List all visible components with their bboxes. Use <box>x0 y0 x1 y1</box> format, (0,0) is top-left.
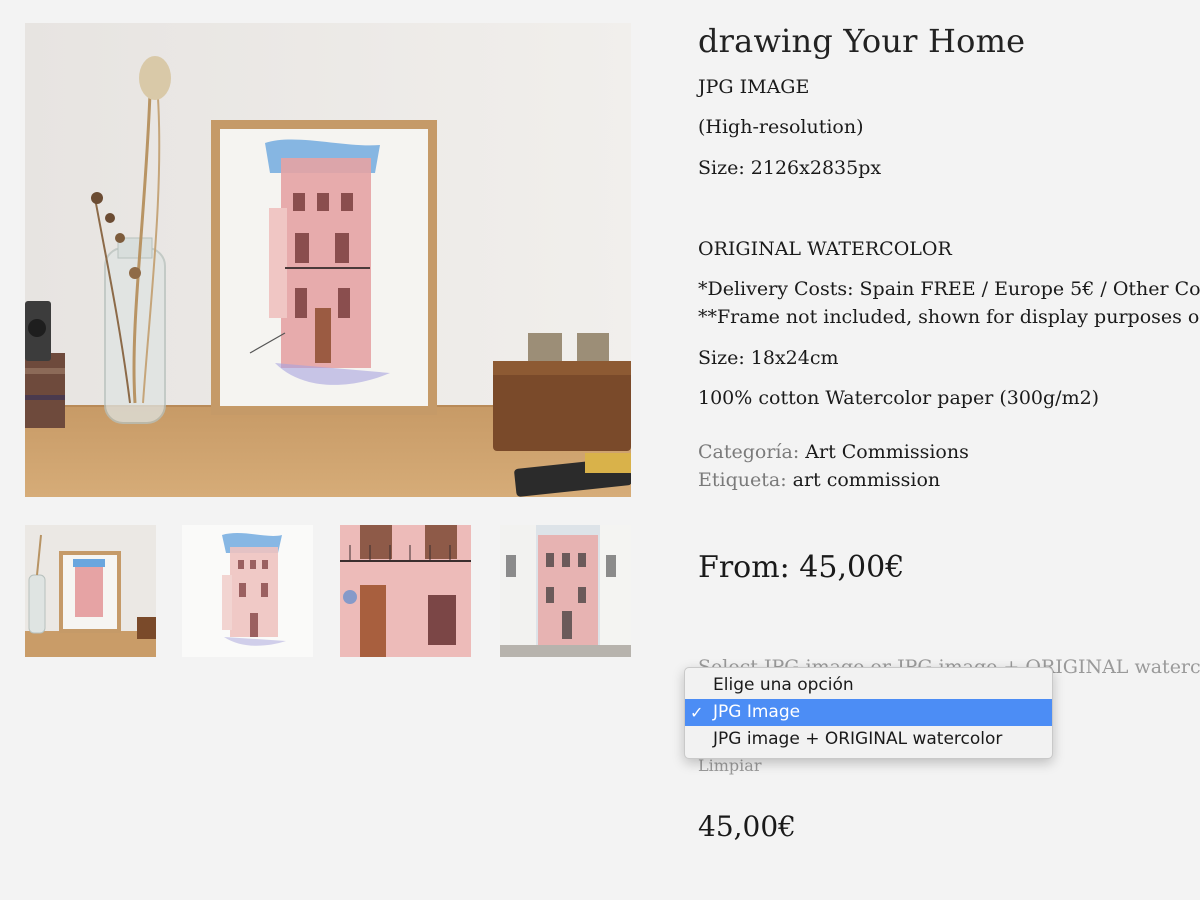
tag-label: Etiqueta: <box>698 469 787 491</box>
jpg-heading: JPG IMAGE <box>698 76 810 98</box>
paper-spec: 100% cotton Watercolor paper (300g/m2) <box>698 387 1100 409</box>
jpg-size: Size: 2126x2835px <box>698 157 882 179</box>
category-line: Categoría: Art Commissions <box>698 441 969 463</box>
tag-link[interactable]: art commission <box>793 469 941 491</box>
original-heading: ORIGINAL WATERCOLOR <box>698 238 952 260</box>
option-jpg-image[interactable]: ✓ JPG Image <box>685 699 1052 726</box>
category-link[interactable]: Art Commissions <box>805 441 969 463</box>
tag-line: Etiqueta: art commission <box>698 469 940 491</box>
thumbnail-watercolor-drawing[interactable] <box>182 525 313 657</box>
option-label: Elige una opción <box>713 675 854 695</box>
delivery-costs: *Delivery Costs: Spain FREE / Europe 5€ … <box>698 278 1200 300</box>
jpg-resolution: (High-resolution) <box>698 116 864 138</box>
main-product-photo[interactable] <box>25 23 631 497</box>
thumbnail-street-photo[interactable] <box>500 525 631 657</box>
thumbnail-gallery <box>25 525 631 657</box>
frame-note: **Frame not included, shown for display … <box>698 306 1200 328</box>
thumbnail-facade-detail[interactable] <box>340 525 471 657</box>
product-title: drawing Your Home <box>698 22 1026 60</box>
option-label: JPG image + ORIGINAL watercolor <box>713 729 1003 749</box>
thumbnail-framed-drawing[interactable] <box>25 525 156 657</box>
variation-price: 45,00€ <box>698 810 796 843</box>
variation-dropdown-menu[interactable]: Elige una opción ✓ JPG Image JPG image +… <box>684 667 1053 759</box>
checkmark-icon: ✓ <box>690 703 704 722</box>
price-range: From: 45,00€ <box>698 550 905 585</box>
option-jpg-plus-original[interactable]: JPG image + ORIGINAL watercolor <box>685 726 1052 753</box>
option-label: JPG Image <box>713 702 801 722</box>
original-size: Size: 18x24cm <box>698 347 839 369</box>
category-label: Categoría: <box>698 441 800 463</box>
option-choose[interactable]: Elige una opción <box>685 672 1052 699</box>
